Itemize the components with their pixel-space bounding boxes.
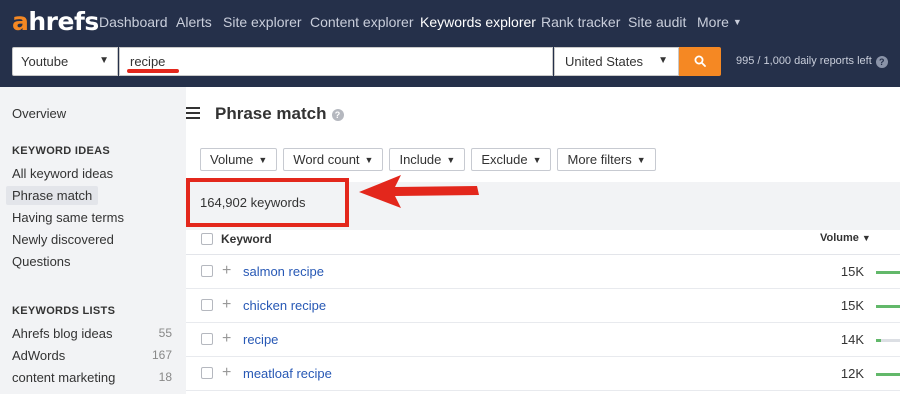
caret-down-icon: ▼ bbox=[258, 155, 268, 165]
column-header-volume[interactable]: Volume ▼ bbox=[820, 232, 871, 244]
dropdown-arrow-icon: ▼ bbox=[99, 55, 109, 66]
filter-include-button[interactable]: Include ▼ bbox=[389, 148, 466, 171]
menu-icon[interactable] bbox=[186, 107, 200, 119]
list-name: Ahrefs blog ideas bbox=[12, 326, 113, 341]
column-header-keyword[interactable]: Keyword bbox=[221, 232, 272, 246]
sidebar: Overview KEYWORD IDEAS All keyword ideas… bbox=[0, 87, 186, 394]
sidebar-item-all-keyword-ideas[interactable]: All keyword ideas bbox=[12, 166, 113, 181]
page-title: Phrase match? bbox=[215, 104, 344, 124]
nav-alerts[interactable]: Alerts bbox=[176, 14, 212, 30]
keyword-link[interactable]: chicken recipe bbox=[243, 298, 326, 313]
table-row: + meatloaf recipe 12K bbox=[186, 357, 900, 391]
nav-more[interactable]: More ▼ bbox=[697, 14, 742, 30]
nav-content-explorer[interactable]: Content explorer bbox=[310, 14, 414, 30]
nav-keywords-explorer[interactable]: Keywords explorer bbox=[420, 14, 536, 30]
row-checkbox[interactable] bbox=[201, 367, 213, 379]
keyword-input[interactable]: recipe bbox=[119, 47, 553, 76]
caret-down-icon: ▼ bbox=[446, 155, 456, 165]
list-name: content marketing bbox=[12, 370, 116, 385]
help-icon[interactable]: ? bbox=[331, 109, 344, 121]
nav-site-audit[interactable]: Site audit bbox=[628, 14, 686, 30]
volume-trend-bar bbox=[876, 373, 900, 376]
keyword-list-item[interactable]: Ahrefs blog ideas 55 bbox=[0, 326, 186, 346]
sidebar-item-phrase-match[interactable]: Phrase match bbox=[6, 186, 99, 205]
row-checkbox[interactable] bbox=[201, 265, 213, 277]
query-underline-annotation bbox=[127, 69, 179, 73]
caret-down-icon: ▼ bbox=[364, 155, 374, 165]
add-to-list-icon[interactable]: + bbox=[222, 297, 231, 313]
keywords-lists-heading: KEYWORDS LISTS bbox=[12, 305, 116, 317]
nav-site-explorer[interactable]: Site explorer bbox=[223, 14, 302, 30]
select-all-checkbox[interactable] bbox=[201, 233, 213, 245]
add-to-list-icon[interactable]: + bbox=[222, 365, 231, 381]
sidebar-item-overview[interactable]: Overview bbox=[12, 106, 66, 121]
sidebar-item-questions[interactable]: Questions bbox=[12, 254, 71, 269]
volume-trend-bar bbox=[876, 271, 900, 274]
list-count: 167 bbox=[151, 348, 172, 362]
table-row: + chicken recipe 15K bbox=[186, 289, 900, 323]
list-name: AdWords bbox=[12, 348, 66, 363]
list-count: 18 bbox=[158, 370, 172, 384]
reports-left-text: 995 / 1,000 daily reports left? bbox=[736, 55, 888, 68]
row-checkbox[interactable] bbox=[201, 333, 213, 345]
sidebar-item-having-same-terms[interactable]: Having same terms bbox=[12, 210, 124, 225]
caret-down-icon: ▼ bbox=[636, 155, 646, 165]
caret-down-icon: ▼ bbox=[732, 17, 742, 27]
add-to-list-icon[interactable]: + bbox=[222, 331, 231, 347]
volume-value: 15K bbox=[840, 298, 864, 313]
filter-bar: Volume ▼ Word count ▼ Include ▼ Exclude ▼ Mo… bbox=[200, 148, 656, 171]
keyword-list-item[interactable]: content marketing 18 bbox=[0, 370, 186, 390]
filter-word-count-button[interactable]: Word count ▼ bbox=[283, 148, 384, 171]
sidebar-item-newly-discovered[interactable]: Newly discovered bbox=[12, 232, 114, 247]
keyword-link[interactable]: recipe bbox=[243, 332, 278, 347]
volume-value: 14K bbox=[840, 332, 864, 347]
caret-down-icon: ▼ bbox=[532, 155, 542, 165]
table-row: + salmon recipe 15K bbox=[186, 255, 900, 289]
main-content: Phrase match? Volume ▼ Word count ▼ Includ… bbox=[186, 87, 900, 394]
keyword-count: 164,902 keywords bbox=[200, 195, 306, 210]
keyword-link[interactable]: salmon recipe bbox=[243, 264, 324, 279]
keyword-link[interactable]: meatloaf recipe bbox=[243, 366, 332, 381]
nav-dashboard[interactable]: Dashboard bbox=[99, 14, 168, 30]
search-mode-select[interactable]: Youtube ▼ bbox=[12, 47, 118, 76]
ahrefs-logo[interactable]: ahrefs bbox=[12, 7, 99, 36]
filter-volume-button[interactable]: Volume ▼ bbox=[200, 148, 278, 171]
country-select[interactable]: United States ▼ bbox=[554, 47, 679, 76]
help-icon[interactable]: ? bbox=[875, 56, 888, 68]
keyword-list-item[interactable]: AdWords 167 bbox=[0, 348, 186, 368]
red-arrow-annotation bbox=[359, 175, 479, 208]
keyword-ideas-heading: KEYWORD IDEAS bbox=[12, 145, 111, 157]
more-filters-button[interactable]: More filters ▼ bbox=[557, 148, 656, 171]
add-to-list-icon[interactable]: + bbox=[222, 263, 231, 279]
volume-value: 15K bbox=[840, 264, 864, 279]
search-bar: Youtube ▼ recipe United States ▼ 995 / 1,0… bbox=[0, 43, 900, 87]
dropdown-arrow-icon: ▼ bbox=[658, 55, 668, 66]
filter-exclude-button[interactable]: Exclude ▼ bbox=[471, 148, 552, 171]
list-count: 55 bbox=[158, 326, 172, 340]
table-header: Keyword Volume ▼ bbox=[186, 230, 900, 255]
volume-trend-bar bbox=[876, 339, 900, 342]
search-icon bbox=[694, 55, 706, 67]
sort-desc-icon: ▼ bbox=[861, 233, 871, 243]
volume-trend-bar bbox=[876, 305, 900, 308]
search-button[interactable] bbox=[679, 47, 721, 76]
table-row: + recipe 14K bbox=[186, 323, 900, 357]
row-checkbox[interactable] bbox=[201, 299, 213, 311]
nav-rank-tracker[interactable]: Rank tracker bbox=[541, 14, 620, 30]
top-nav: ahrefs Dashboard Alerts Site explorer Co… bbox=[0, 0, 900, 43]
volume-value: 12K bbox=[840, 366, 864, 381]
